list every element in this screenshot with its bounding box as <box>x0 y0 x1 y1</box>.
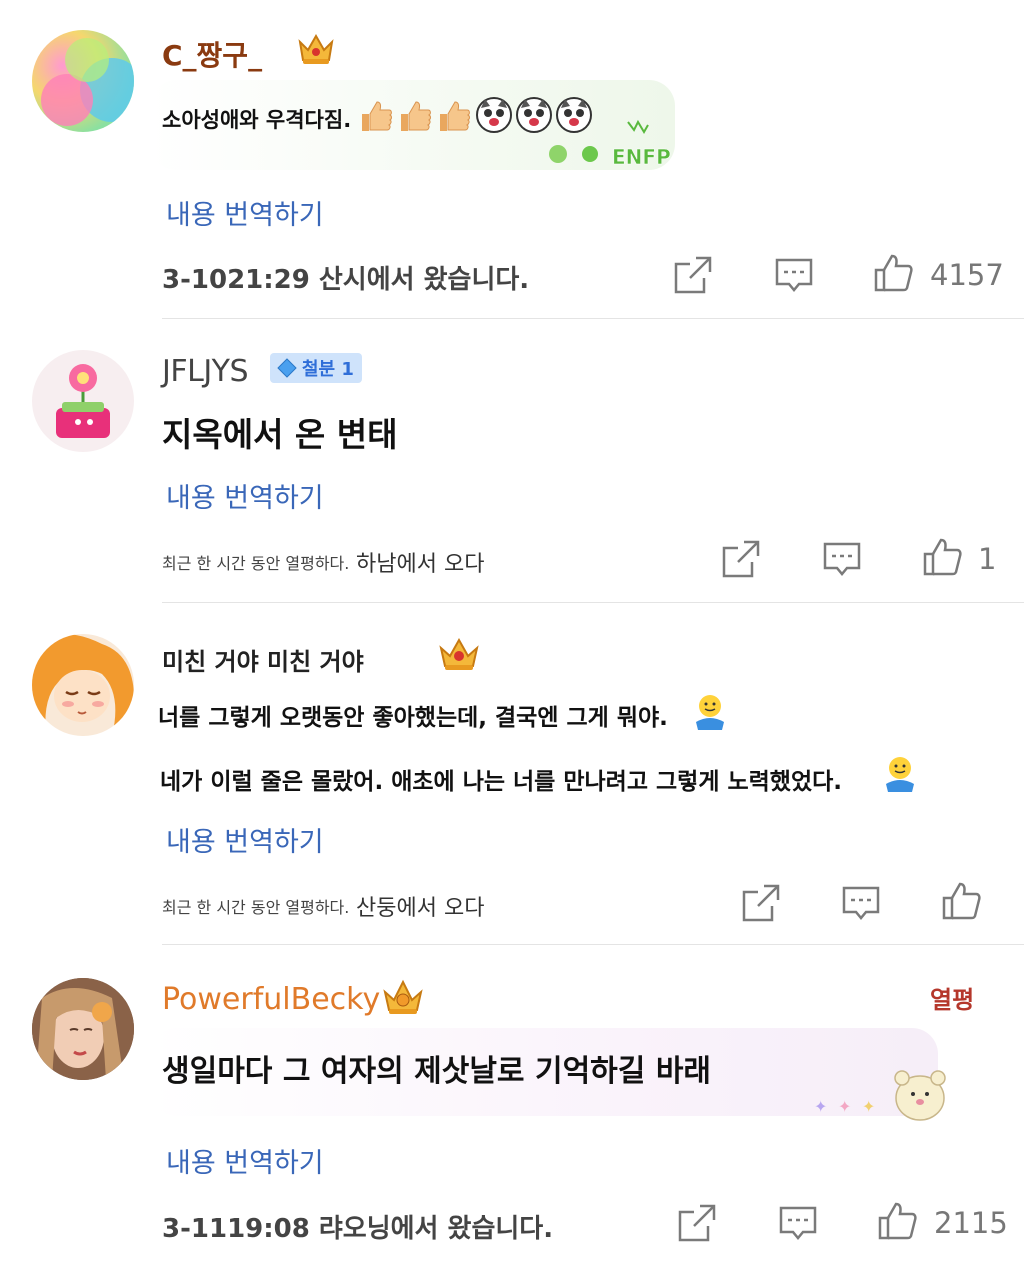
comment-icon[interactable] <box>777 1202 819 1244</box>
divider <box>162 602 1024 603</box>
comment-meta-location: 산둥에서 오다 <box>356 896 485 921</box>
svg-text:✦: ✦ <box>862 1097 875 1116</box>
translate-link[interactable]: 내용 번역하기 <box>166 193 324 232</box>
thumbs-up-icon[interactable] <box>921 536 963 578</box>
translate-link[interactable]: 내용 번역하기 <box>166 476 324 515</box>
thumbs-up-icon[interactable] <box>876 1200 918 1242</box>
like-count: 1 <box>978 542 997 576</box>
hot-comment-label: 열평 <box>930 986 975 1014</box>
comment-meta-location: 하남에서 오다 <box>356 552 485 577</box>
crown-badge-icon <box>436 634 479 674</box>
comment-text: 지옥에서 온 변태 <box>162 415 398 454</box>
divider <box>162 318 1024 319</box>
svg-text:✦: ✦ <box>838 1097 851 1116</box>
username[interactable]: JFLJYS <box>162 354 249 389</box>
avatar[interactable] <box>32 350 134 452</box>
translate-link[interactable]: 내용 번역하기 <box>166 1141 324 1180</box>
avatar[interactable] <box>32 634 134 736</box>
username[interactable]: C_짱구_ <box>162 34 262 74</box>
hot-comment-badge: 열평 <box>930 980 974 1015</box>
divider <box>162 944 1024 945</box>
rank-badge-label: 철분 1 <box>302 359 354 380</box>
crown-badge-icon <box>380 976 423 1016</box>
crown-badge-icon <box>296 28 336 68</box>
comment-meta-time: 최근 한 시간 동안 열평하다. <box>162 554 350 573</box>
shrug-emoji <box>690 692 730 736</box>
thumbs-up-icon[interactable] <box>872 252 914 294</box>
avatar[interactable] <box>32 30 134 132</box>
comment-text-line: 네가 이럴 줄은 몰랐어. 애초에 나는 너를 만나려고 그렇게 노력했었다. <box>160 769 843 795</box>
rank-badge: 철분 1 <box>270 353 362 383</box>
thumbs-up-emoji <box>397 98 433 138</box>
shrug-emoji <box>880 754 920 798</box>
comment-item: JFLJYS 철분 1 지옥에서 온 변태 내용 번역하기 최근 한 시간 동안… <box>0 320 1024 604</box>
thumbs-up-icon[interactable] <box>940 880 982 922</box>
comment-icon[interactable] <box>773 254 815 296</box>
username[interactable]: 미친 거야 미친 거야 <box>162 642 364 677</box>
dog-face-emoji <box>475 96 513 138</box>
share-icon[interactable] <box>740 882 782 924</box>
comment-meta-time: 최근 한 시간 동안 열평하다. <box>162 898 350 917</box>
comment-text: 소아성애와 우격다짐. <box>162 108 352 132</box>
comment-meta: 3-1119:08 랴오닝에서 왔습니다. <box>162 1214 554 1244</box>
diamond-icon <box>277 358 297 378</box>
comment-text: 생일마다 그 여자의 제삿날로 기억하길 바래 <box>162 1054 712 1089</box>
translate-link[interactable]: 내용 번역하기 <box>166 820 324 859</box>
bubble-decoration: ENFP <box>540 118 695 180</box>
share-icon[interactable] <box>720 538 762 580</box>
comment-icon[interactable] <box>821 538 863 580</box>
avatar[interactable] <box>32 978 134 1080</box>
comment-item: C_짱구_ 소아성애와 우격다짐. ENFP 내용 번역하기 3-1021:29… <box>0 0 1024 320</box>
comment-meta: 3-1021:29 산시에서 왔습니다. <box>162 265 530 295</box>
like-count: 2115 <box>934 1206 1008 1240</box>
username[interactable]: PowerfulBecky <box>162 982 380 1017</box>
bear-sticker-decoration: ✦ ✦ ✦ <box>810 1064 950 1128</box>
thumbs-up-emoji <box>358 98 394 138</box>
svg-text:✦: ✦ <box>814 1097 827 1116</box>
comment-icon[interactable] <box>840 882 882 924</box>
share-icon[interactable] <box>676 1202 718 1244</box>
comment-item: PowerfulBecky 열평 생일마다 그 여자의 제삿날로 기억하길 바래… <box>0 946 1024 1261</box>
thumbs-up-emoji <box>436 98 472 138</box>
comment-item: 미친 거야 미친 거야 너를 그렇게 오랫동안 좋아했는데, 결국엔 그게 뭐야… <box>0 604 1024 946</box>
comment-text-line: 너를 그렇게 오랫동안 좋아했는데, 결국엔 그게 뭐야. <box>158 705 668 731</box>
like-count: 4157 <box>930 258 1004 292</box>
share-icon[interactable] <box>672 254 714 296</box>
enfp-decoration-text: ENFP <box>612 145 671 169</box>
